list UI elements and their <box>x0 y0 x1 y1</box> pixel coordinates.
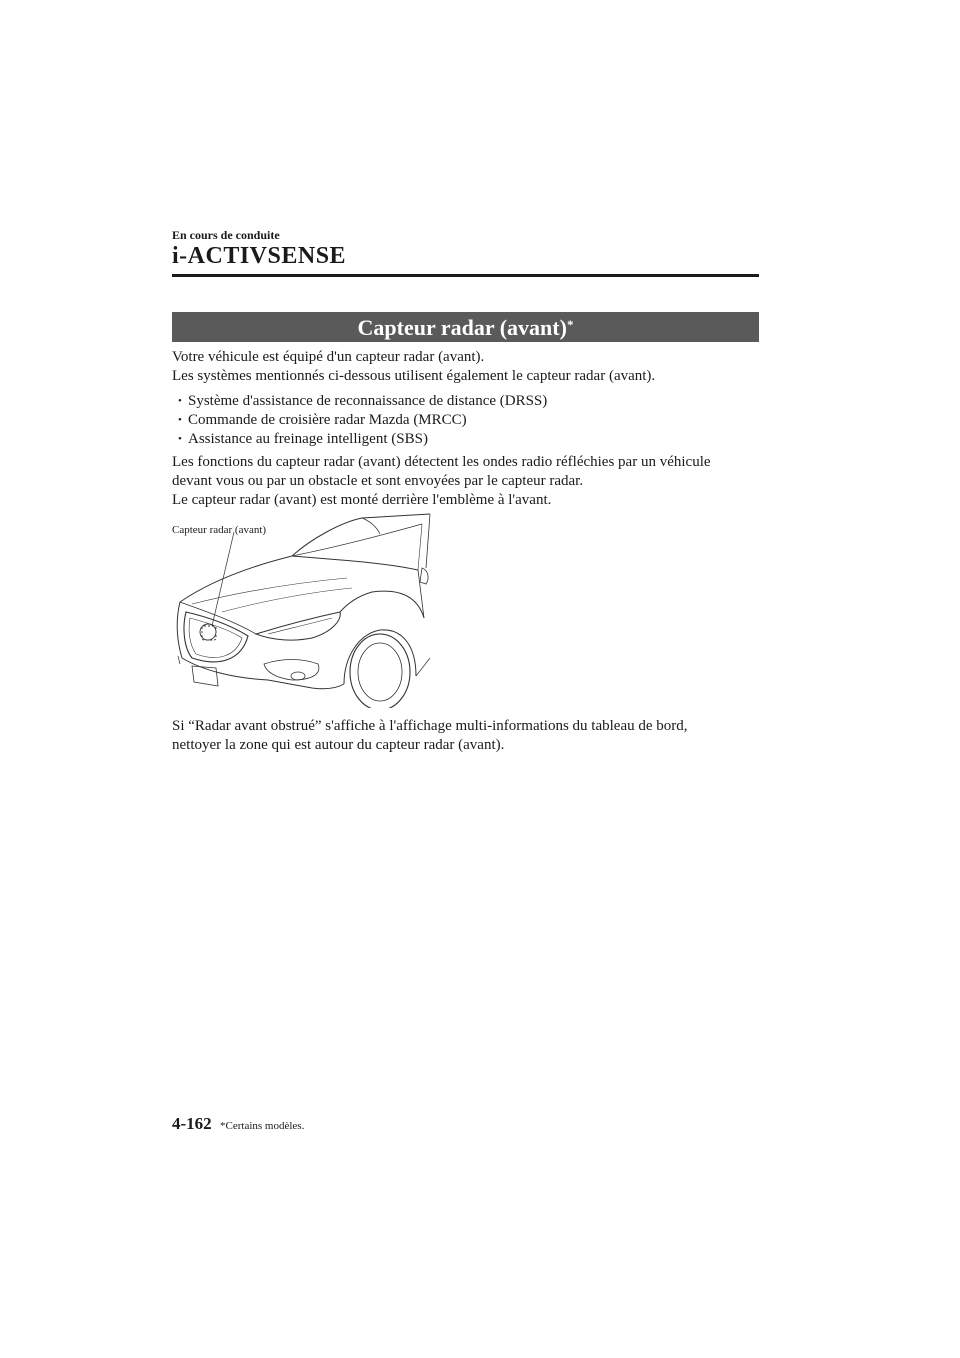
section-title: Capteur radar (avant) <box>357 315 567 340</box>
list-item: • Système d'assistance de reconnaissance … <box>178 392 547 411</box>
functions-paragraph: Les fonctions du capteur radar (avant) d… <box>172 453 762 510</box>
car-front-illustration <box>176 513 431 708</box>
figure-callout-label: Capteur radar (avant) <box>172 524 267 536</box>
models-asterisk: * <box>566 317 574 332</box>
functions-line: Le capteur radar (avant) est monté derri… <box>172 492 552 508</box>
intro-paragraph: Votre véhicule est équipé d'un capteur r… <box>172 348 762 386</box>
closing-line: nettoyer la zone qui est autour du capte… <box>172 737 505 753</box>
list-item: • Commande de croisière radar Mazda (MRCC… <box>178 411 547 430</box>
intro-line: Votre véhicule est équipé d'un capteur r… <box>172 349 485 365</box>
chapter-divider <box>172 274 759 277</box>
footnote: *Certains modèles. <box>220 1120 305 1132</box>
functions-line: Les fonctions du capteur radar (avant) d… <box>172 454 711 470</box>
section-label: En cours de conduite <box>172 228 280 242</box>
list-item-text: Commande de croisière radar Mazda (MRCC) <box>188 412 467 428</box>
functions-line: devant vous ou par un obstacle et sont e… <box>172 473 584 489</box>
systems-list: • Système d'assistance de reconnaissance … <box>178 392 547 449</box>
bullet-icon: • <box>178 433 182 445</box>
page-number: 4-162 <box>172 1114 212 1133</box>
closing-line: Si “Radar avant obstrué” s'affiche à l'a… <box>172 718 688 734</box>
list-item-text: Assistance au freinage intelligent (SBS) <box>188 431 428 447</box>
intro-line: Les systèmes mentionnés ci-dessous utili… <box>172 368 656 384</box>
chapter-title: i-ACTIVSENSE <box>172 243 347 269</box>
list-item: • Assistance au freinage intelligent (SBS… <box>178 430 547 449</box>
closing-paragraph: Si “Radar avant obstrué” s'affiche à l'a… <box>172 717 762 755</box>
list-item-text: Système d'assistance de reconnaissance d… <box>188 393 548 409</box>
bullet-icon: • <box>178 414 182 426</box>
section-heading: Capteur radar (avant)* <box>172 312 759 342</box>
bullet-icon: • <box>178 395 182 407</box>
